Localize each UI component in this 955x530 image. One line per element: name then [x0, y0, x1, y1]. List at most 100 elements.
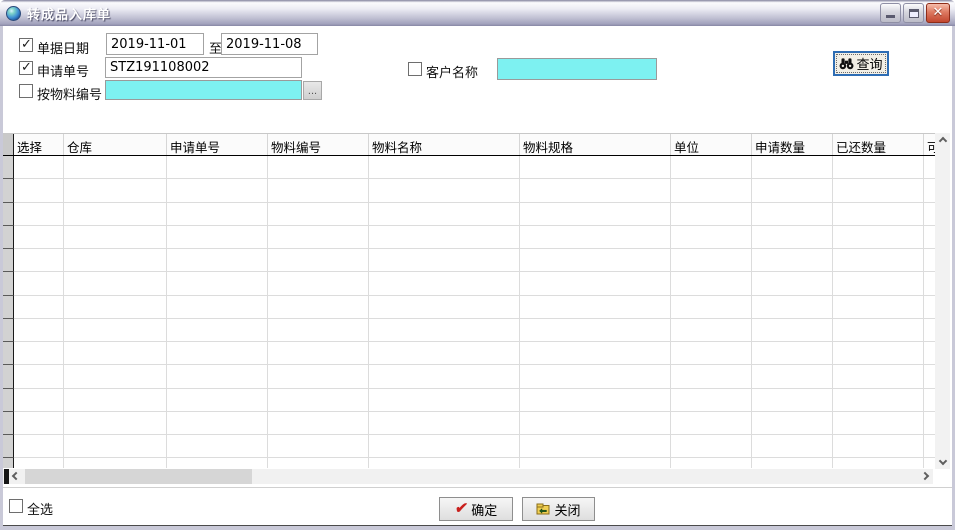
table-cell	[924, 296, 935, 319]
table-cell	[64, 342, 167, 366]
table-cell	[520, 202, 671, 226]
column-header[interactable]: 申请数量	[752, 134, 833, 155]
material-input[interactable]	[105, 80, 302, 100]
maximize-button[interactable]	[903, 3, 924, 23]
table-row[interactable]	[3, 156, 935, 180]
table-cell	[752, 202, 833, 226]
column-header[interactable]: 选择	[14, 134, 64, 155]
material-checkbox[interactable]	[19, 84, 33, 98]
grid-header: 选择仓库申请单号物料编号物料名称物料规格单位申请数量已还数量可转	[3, 134, 935, 156]
select-all-checkbox[interactable]	[9, 499, 23, 513]
minimize-button[interactable]	[880, 3, 901, 23]
client-area: 单据日期 至 申请单号 按物料编号 ... 客户名称 查询	[3, 26, 952, 526]
table-cell	[833, 411, 924, 435]
grid-body	[3, 156, 935, 468]
vertical-scrollbar[interactable]	[935, 133, 950, 469]
table-cell	[14, 318, 64, 342]
ok-button[interactable]: ✔ 确定	[439, 497, 513, 521]
table-cell	[671, 411, 752, 435]
table-row[interactable]	[3, 435, 935, 459]
close-button[interactable]: ✕	[926, 3, 950, 23]
table-cell	[671, 435, 752, 459]
table-cell	[752, 272, 833, 296]
table-cell	[833, 225, 924, 249]
minimize-icon	[886, 15, 895, 18]
table-cell	[64, 202, 167, 226]
table-cell	[520, 365, 671, 389]
scroll-up-icon[interactable]	[938, 136, 947, 146]
table-cell	[924, 365, 935, 389]
material-browse-button[interactable]: ...	[303, 81, 322, 100]
table-cell	[268, 388, 369, 412]
table-cell	[671, 249, 752, 273]
table-cell	[14, 411, 64, 435]
row-indicator	[3, 411, 14, 435]
query-button[interactable]: 查询	[833, 51, 889, 76]
table-cell	[671, 272, 752, 296]
table-cell	[268, 411, 369, 435]
column-header[interactable]: 已还数量	[833, 134, 924, 155]
date-from-input[interactable]	[106, 33, 204, 55]
table-cell	[268, 318, 369, 342]
customer-input[interactable]	[497, 58, 657, 80]
table-cell	[671, 342, 752, 366]
table-cell	[671, 388, 752, 412]
table-row[interactable]	[3, 365, 935, 389]
table-row[interactable]	[3, 318, 935, 342]
close-form-button[interactable]: 关闭	[522, 497, 595, 521]
request-no-input[interactable]	[105, 57, 302, 78]
table-row[interactable]	[3, 202, 935, 226]
table-cell	[268, 365, 369, 389]
scroll-down-icon[interactable]	[938, 456, 947, 466]
scroll-left-icon[interactable]	[11, 471, 21, 481]
date-to-input[interactable]	[221, 33, 318, 55]
customer-checkbox[interactable]	[408, 62, 422, 76]
table-cell	[14, 365, 64, 389]
table-cell	[369, 295, 520, 319]
table-row[interactable]	[3, 249, 935, 273]
table-cell	[671, 202, 752, 226]
table-row[interactable]	[3, 295, 935, 319]
table-row[interactable]	[3, 179, 935, 203]
column-header[interactable]: 物料编号	[268, 134, 369, 155]
table-cell	[520, 249, 671, 273]
horizontal-scroll-thumb[interactable]	[25, 469, 252, 484]
column-header[interactable]: 可转	[924, 134, 935, 155]
table-cell	[64, 249, 167, 273]
table-cell	[167, 272, 268, 296]
row-indicator	[3, 202, 14, 226]
table-cell	[671, 318, 752, 342]
column-header[interactable]: 单位	[671, 134, 752, 155]
column-header[interactable]: 物料名称	[369, 134, 520, 155]
column-header[interactable]: 物料规格	[520, 134, 671, 155]
table-cell	[671, 295, 752, 319]
table-cell	[671, 225, 752, 249]
app-icon	[6, 5, 21, 21]
table-cell	[268, 435, 369, 459]
table-cell	[268, 342, 369, 366]
horizontal-scrollbar[interactable]	[3, 469, 933, 484]
table-cell	[520, 435, 671, 459]
table-cell	[833, 156, 924, 180]
table-cell	[14, 272, 64, 296]
date-checkbox[interactable]	[19, 37, 33, 52]
table-row[interactable]	[3, 458, 935, 468]
request-no-checkbox[interactable]	[19, 60, 33, 75]
column-header[interactable]: 申请单号	[167, 134, 268, 155]
table-cell	[924, 412, 935, 435]
table-cell	[520, 388, 671, 412]
table-cell	[167, 365, 268, 389]
scroll-right-icon[interactable]	[920, 471, 930, 481]
titlebar-buttons: ✕	[880, 3, 950, 23]
table-row[interactable]	[3, 388, 935, 412]
table-cell	[369, 435, 520, 459]
table-cell	[268, 179, 369, 203]
table-cell	[14, 342, 64, 366]
query-button-label: 查询	[856, 57, 883, 72]
table-row[interactable]	[3, 225, 935, 249]
table-row[interactable]	[3, 272, 935, 296]
column-header[interactable]: 仓库	[64, 134, 167, 155]
grid-splitter-handle[interactable]	[4, 469, 9, 484]
table-row[interactable]	[3, 342, 935, 366]
table-row[interactable]	[3, 411, 935, 435]
